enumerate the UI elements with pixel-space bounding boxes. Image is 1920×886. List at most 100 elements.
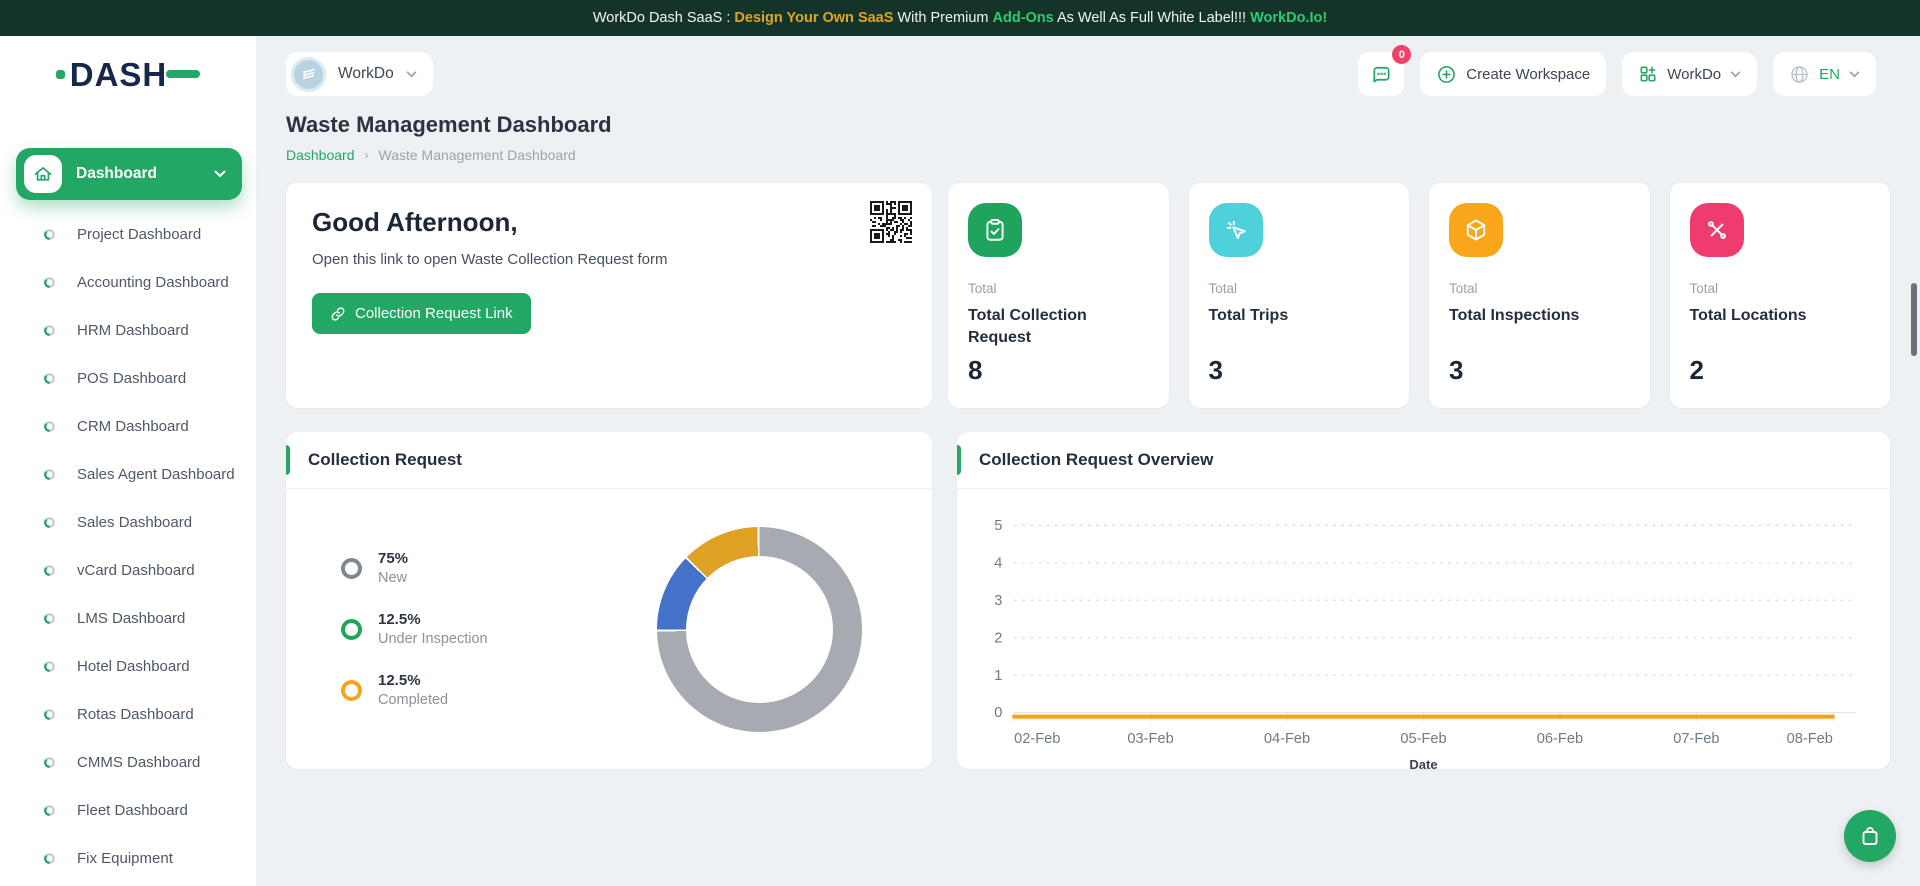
ring-icon [44, 469, 55, 480]
sidebar-item-hotel-dashboard[interactable]: Hotel Dashboard [16, 642, 242, 690]
sidebar-item-label: Project Dashboard [77, 226, 201, 243]
sidebar-item-cmms-dashboard[interactable]: CMMS Dashboard [16, 738, 242, 786]
sidebar-item-lms-dashboard[interactable]: LMS Dashboard [16, 594, 242, 642]
sidebar-item-label: LMS Dashboard [77, 610, 185, 627]
sidebar-item-fleet-dashboard[interactable]: Fleet Dashboard [16, 786, 242, 834]
banner-text: As Well As Full White Label!!! [1054, 10, 1250, 26]
sidebar-item-label: Fix Equipment [77, 850, 173, 867]
card-accent-bar [957, 445, 961, 475]
promo-banner: WorkDo Dash SaaS : Design Your Own SaaS … [0, 0, 1920, 36]
logo-dash [166, 70, 200, 78]
svg-text:3: 3 [994, 593, 1002, 609]
sidebar-item-hrm-dashboard[interactable]: HRM Dashboard [16, 306, 242, 354]
svg-text:2: 2 [994, 630, 1002, 646]
sidebar-item-label: POS Dashboard [77, 370, 186, 387]
sidebar-item-label: Rotas Dashboard [77, 706, 194, 723]
sidebar-item-vcard-dashboard[interactable]: vCard Dashboard [16, 546, 242, 594]
shop-fab-button[interactable] [1844, 810, 1896, 862]
sidebar-item-label: vCard Dashboard [77, 562, 195, 579]
svg-text:4: 4 [994, 555, 1002, 571]
banner-workdo-link[interactable]: WorkDo.Io! [1250, 10, 1327, 26]
banner-highlight[interactable]: Design Your Own SaaS [734, 10, 893, 26]
clipboard-check-icon [968, 203, 1022, 257]
sidebar-item-dashboard[interactable]: Dashboard [16, 148, 242, 200]
cube-icon [1449, 203, 1503, 257]
chevron-down-icon [1730, 71, 1741, 78]
link-icon [330, 306, 346, 322]
greeting-subtitle: Open this link to open Waste Collection … [312, 251, 906, 268]
breadcrumb-current: Waste Management Dashboard [379, 147, 576, 163]
stat-value: 2 [1690, 355, 1871, 388]
breadcrumb: Dashboard › Waste Management Dashboard [286, 147, 1890, 163]
donut-chart [657, 527, 862, 732]
workspace-avatar [291, 57, 326, 92]
sidebar-item-rotas-dashboard[interactable]: Rotas Dashboard [16, 690, 242, 738]
workdo-menu-button[interactable]: WorkDo [1622, 52, 1757, 96]
ring-icon [44, 325, 55, 336]
create-workspace-button[interactable]: Create Workspace [1420, 52, 1606, 96]
ring-icon [44, 277, 55, 288]
sidebar-item-pos-dashboard[interactable]: POS Dashboard [16, 354, 242, 402]
stat-value: 3 [1449, 355, 1630, 388]
sidebar-item-fix-equipment[interactable]: Fix Equipment [16, 834, 242, 882]
ring-icon [44, 613, 55, 624]
ring-icon [44, 421, 55, 432]
create-workspace-label: Create Workspace [1466, 66, 1590, 83]
stat-kicker: Total [968, 281, 1149, 296]
sidebar-item-sales-agent-dashboard[interactable]: Sales Agent Dashboard [16, 450, 242, 498]
messages-badge: 0 [1392, 45, 1411, 64]
collection-request-link-button[interactable]: Collection Request Link [312, 293, 531, 334]
ring-icon [44, 517, 55, 528]
stat-card-total-locations: Total Total Locations 2 [1670, 183, 1891, 408]
sidebar-item-label: HRM Dashboard [77, 322, 189, 339]
sidebar-item-accounting-dashboard[interactable]: Accounting Dashboard [16, 258, 242, 306]
workspace-name: WorkDo [338, 65, 394, 83]
collection-request-overview-card: Collection Request Overview 54321002-Feb… [957, 432, 1890, 769]
card-title: Collection Request Overview [979, 450, 1213, 470]
logo-dot [56, 70, 65, 79]
chevron-down-icon [214, 170, 226, 178]
sidebar-item-label: Sales Dashboard [77, 514, 192, 531]
language-selector[interactable]: EN [1773, 52, 1876, 96]
scrollbar-thumb[interactable] [1911, 283, 1917, 356]
legend-label: Completed [378, 692, 448, 708]
sidebar-list: Project Dashboard Accounting Dashboard H… [16, 210, 242, 882]
messages-button[interactable]: 0 [1358, 52, 1404, 96]
sidebar: DASH Dashboard Project Dashboard Account… [0, 36, 256, 886]
svg-text:1: 1 [994, 668, 1002, 684]
chevron-down-icon [406, 71, 417, 78]
workdo-menu-label: WorkDo [1667, 66, 1721, 83]
cursor-click-icon [1209, 203, 1263, 257]
sidebar-item-project-dashboard[interactable]: Project Dashboard [16, 210, 242, 258]
stat-cards: Total Total Collection Request 8 Total T… [948, 183, 1890, 408]
breadcrumb-dashboard-link[interactable]: Dashboard [286, 147, 355, 163]
stat-label: Total Locations [1690, 305, 1871, 327]
sidebar-item-label: CMMS Dashboard [77, 754, 200, 771]
stat-label: Total Trips [1209, 305, 1390, 327]
sidebar-item-label: CRM Dashboard [77, 418, 189, 435]
svg-text:06-Feb: 06-Feb [1537, 731, 1583, 747]
button-label: Collection Request Link [355, 305, 513, 322]
legend-percent: 75% [378, 550, 408, 567]
app-logo[interactable]: DASH [0, 36, 256, 112]
legend-percent: 12.5% [378, 611, 488, 628]
sidebar-item-sales-dashboard[interactable]: Sales Dashboard [16, 498, 242, 546]
workspace-selector[interactable]: WorkDo [286, 52, 433, 96]
banner-addons-link[interactable]: Add-Ons [993, 10, 1054, 26]
legend-ring-icon [341, 558, 362, 579]
sidebar-item-crm-dashboard[interactable]: CRM Dashboard [16, 402, 242, 450]
svg-text:02-Feb: 02-Feb [1014, 731, 1060, 747]
greeting-title: Good Afternoon, [312, 207, 906, 238]
stat-label: Total Inspections [1449, 305, 1630, 327]
sidebar-nav: Dashboard Project Dashboard Accounting D… [0, 112, 256, 882]
greeting-card: Good Afternoon, Open this link to open W… [286, 183, 932, 408]
legend-item-new: 75%New [341, 550, 488, 586]
plus-circle-icon [1436, 64, 1457, 85]
stat-card-total-collection-request: Total Total Collection Request 8 [948, 183, 1169, 408]
svg-text:08-Feb: 08-Feb [1787, 731, 1833, 747]
legend-percent: 12.5% [378, 672, 448, 689]
ring-icon [44, 229, 55, 240]
stat-kicker: Total [1449, 281, 1630, 296]
x-axis-title: Date [979, 757, 1868, 772]
sidebar-item-label: Hotel Dashboard [77, 658, 190, 675]
